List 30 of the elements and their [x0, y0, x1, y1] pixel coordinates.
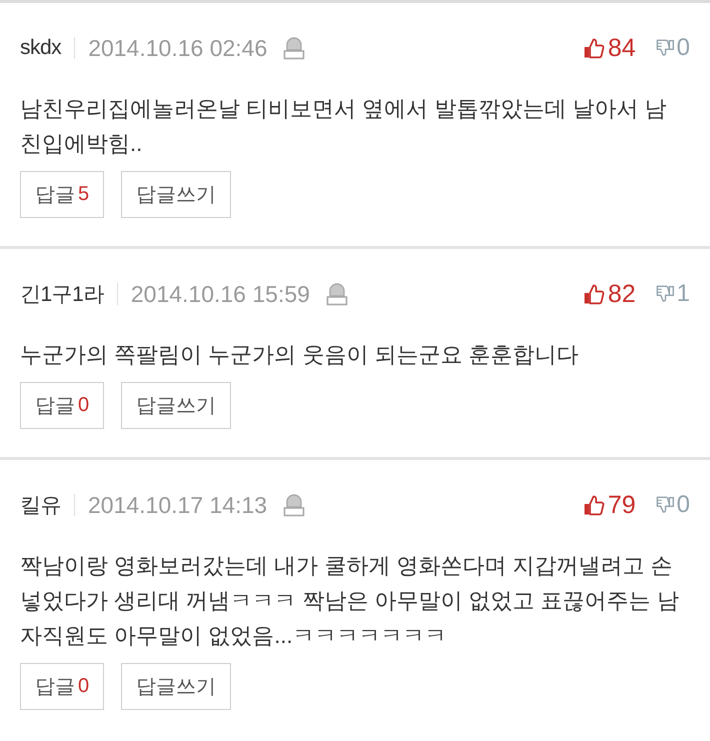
thumbs-up-icon[interactable] [582, 283, 605, 305]
comment-text: 남친우리집에놀러온날 티비보면서 옆에서 발톱깎았는데 날아서 남친입에박힘.. [20, 95, 668, 158]
comment-date: 2014.10.16 15:59 [130, 280, 310, 308]
like-count: 82 [608, 280, 636, 308]
comment-author: 긴1구1라 [20, 282, 104, 308]
like-count: 79 [608, 490, 636, 520]
thumbs-up-icon[interactable] [582, 494, 605, 516]
siren-icon[interactable] [283, 36, 306, 60]
comment-date: 2014.10.16 02:46 [88, 34, 268, 62]
comment-author: skdx [20, 36, 62, 60]
dislike-count: 1 [676, 280, 690, 308]
thumbs-down-icon[interactable] [656, 284, 675, 304]
write-reply-button[interactable]: 답글쓰기 [121, 382, 232, 429]
thumbs-down-icon[interactable] [656, 38, 675, 58]
replies-button[interactable]: 답글 0 [20, 663, 104, 710]
comment-author: 킬유 [20, 493, 61, 519]
siren-icon[interactable] [326, 282, 348, 306]
thumbs-down-icon[interactable] [656, 496, 675, 514]
write-reply-button[interactable]: 답글쓰기 [121, 171, 232, 218]
dislike-count: 0 [676, 491, 690, 519]
write-reply-button[interactable]: 답글쓰기 [121, 663, 232, 710]
comment-text: 짝남이랑 영화보러갔는데 내가 쿨하게 영화쏜다며 지갑꺼낼려고 손넣었다가 생리대 꺼냄ㅋㅋㅋ 짝남은 아무말이 없었고 표끊어주는 남자직원도 아무말이 없었음...ㅋㅋㅋㅋㅋㅋㅋ [20, 552, 680, 650]
replies-button[interactable]: 답글 0 [20, 382, 104, 429]
replies-button[interactable]: 답글 5 [20, 171, 104, 218]
siren-icon[interactable] [283, 493, 306, 517]
dislike-count: 0 [676, 34, 690, 62]
thumbs-up-icon[interactable] [582, 37, 605, 59]
like-count: 84 [608, 34, 636, 62]
comment-text: 누군가의 쪽팔림이 누군가의 웃음이 되는군요 훈훈합니다 [20, 341, 580, 369]
comment-date: 2014.10.17 14:13 [88, 492, 268, 518]
